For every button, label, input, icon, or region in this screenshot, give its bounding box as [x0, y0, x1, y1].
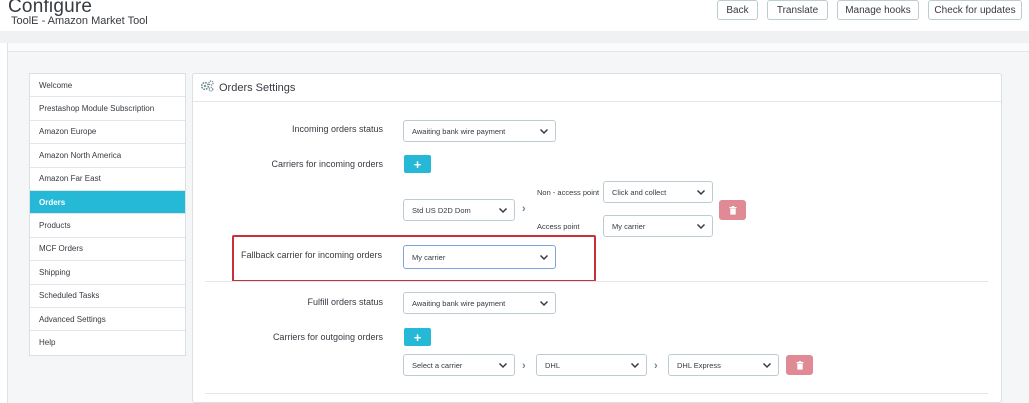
add-outgoing-carrier-button[interactable]: + — [404, 328, 431, 346]
sidebar-item-products[interactable]: Products — [30, 214, 185, 238]
back-button[interactable]: Back — [717, 0, 758, 20]
chevron-down-icon — [696, 223, 706, 230]
highlight-box — [232, 235, 596, 282]
translate-button[interactable]: Translate — [767, 0, 828, 20]
outgoing-carrier2-select[interactable]: DHL — [536, 354, 647, 376]
outgoing-carrier2-value: DHL — [545, 360, 561, 370]
sidebar-item-mcf-orders[interactable]: MCF Orders — [30, 237, 185, 262]
access-point-value: My carrier — [612, 221, 646, 231]
section-divider — [205, 393, 988, 394]
sidebar-item-subscription[interactable]: Prestashop Module Subscription — [30, 97, 185, 121]
outgoing-service-value: DHL Express — [677, 360, 721, 370]
fulfill-status-select[interactable]: Awaiting bank wire payment — [403, 292, 556, 314]
sidebar-item-shipping[interactable]: Shipping — [30, 261, 185, 285]
chevron-right-icon: › — [522, 203, 526, 215]
add-incoming-carrier-button[interactable]: + — [404, 155, 431, 173]
chevron-down-icon — [539, 128, 549, 135]
outgoing-service-select[interactable]: DHL Express — [668, 354, 779, 376]
page-header: Configure ToolE - Amazon Market Tool Bac… — [0, 0, 1029, 31]
delete-outgoing-carrier-button[interactable] — [786, 355, 813, 375]
sidebar-item-orders[interactable]: Orders — [30, 190, 185, 215]
carriers-outgoing-label: Carriers for outgoing orders — [272, 332, 383, 342]
access-point-label: Access point — [537, 222, 580, 231]
non-access-point-select[interactable]: Click and collect — [603, 181, 713, 203]
delete-incoming-carrier-button[interactable] — [719, 200, 746, 220]
outgoing-carrier-value: Select a carrier — [412, 360, 463, 370]
chevron-right-icon: › — [522, 360, 526, 372]
trash-icon — [729, 205, 736, 215]
header-separator — [0, 31, 1029, 43]
incoming-carrier-value: Std US D2D Dom — [412, 205, 471, 215]
sidebar-item-advanced-settings[interactable]: Advanced Settings — [30, 307, 185, 332]
sidebar-item-help[interactable]: Help — [30, 331, 185, 355]
sidebar-item-amazon-north-america[interactable]: Amazon North America — [30, 144, 185, 168]
non-access-point-value: Click and collect — [612, 187, 667, 197]
sidebar-item-amazon-europe[interactable]: Amazon Europe — [30, 120, 185, 145]
chevron-down-icon — [696, 189, 706, 196]
incoming-carrier-select[interactable]: Std US D2D Dom — [403, 199, 515, 221]
chevron-down-icon — [498, 207, 508, 214]
outgoing-carrier-select[interactable]: Select a carrier — [403, 354, 515, 376]
content-top-bar — [8, 43, 1029, 52]
section-divider — [205, 281, 988, 282]
fulfill-status-value: Awaiting bank wire payment — [412, 298, 506, 308]
sidebar-item-welcome[interactable]: Welcome — [30, 74, 185, 98]
chevron-down-icon — [630, 362, 640, 369]
chevron-down-icon — [762, 362, 772, 369]
incoming-status-value: Awaiting bank wire payment — [412, 126, 506, 136]
incoming-status-select[interactable]: Awaiting bank wire payment — [403, 120, 556, 142]
trash-icon — [796, 360, 803, 370]
sidebar-item-amazon-far-east[interactable]: Amazon Far East — [30, 167, 185, 191]
chevron-down-icon — [498, 362, 508, 369]
manage-hooks-button[interactable]: Manage hooks — [837, 0, 919, 20]
fulfill-status-label: Fulfill orders status — [307, 297, 383, 307]
chevron-down-icon — [539, 300, 549, 307]
panel-header: Orders Settings — [193, 74, 1001, 102]
sidebar-menu: Welcome Prestashop Module Subscription A… — [29, 73, 186, 356]
page-subtitle: ToolE - Amazon Market Tool — [11, 15, 148, 27]
carriers-incoming-label: Carriers for incoming orders — [271, 159, 383, 169]
chevron-right-icon: › — [654, 360, 658, 372]
panel-title: Orders Settings — [219, 81, 296, 94]
non-access-point-label: Non - access point — [537, 188, 600, 197]
incoming-status-label: Incoming orders status — [291, 124, 383, 134]
access-point-select[interactable]: My carrier — [603, 215, 713, 237]
cogs-icon — [200, 79, 214, 97]
check-updates-button[interactable]: Check for updates — [928, 0, 1022, 20]
sidebar-item-scheduled-tasks[interactable]: Scheduled Tasks — [30, 284, 185, 308]
